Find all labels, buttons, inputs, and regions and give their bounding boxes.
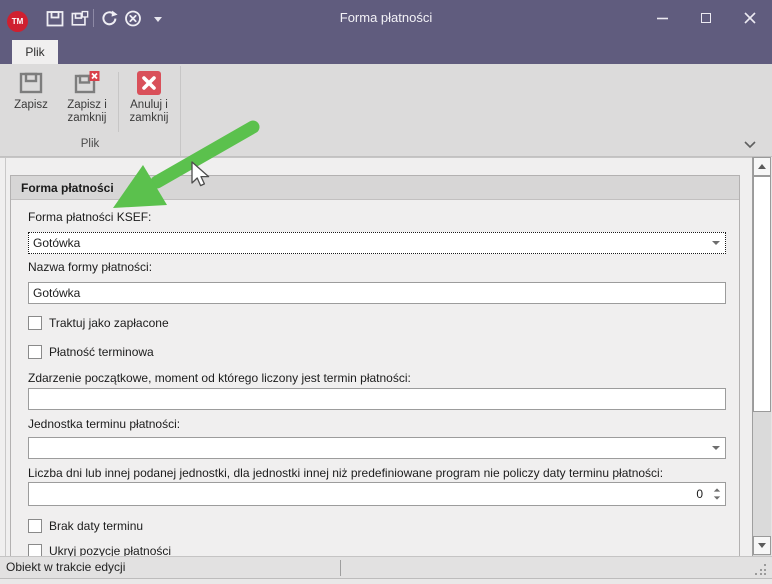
arrow-down-icon [758,543,766,548]
nazwa-input[interactable] [28,282,726,304]
spinner-down-icon[interactable] [714,497,720,500]
checkbox-box[interactable] [28,316,42,330]
checkbox-platnosc-terminowa[interactable]: Płatność terminowa [28,344,154,359]
checkbox-box[interactable] [28,544,42,557]
panel-left-border [5,158,6,556]
maximize-icon [701,13,711,23]
zdarzenie-label: Zdarzenie początkowe, moment od którego … [28,371,411,385]
scrollbar-thumb[interactable] [753,176,771,412]
save-close-icon [73,70,101,96]
arrow-up-icon [758,164,766,169]
checkbox-box[interactable] [28,519,42,533]
cancel-icon [136,70,162,96]
scrollbar-down-button[interactable] [753,536,771,555]
ribbon-group-separator [180,66,181,156]
ribbon-separator [118,72,119,132]
ksef-label: Forma płatności KSEF: [28,210,151,224]
status-separator [340,560,341,576]
group-header: Forma płatności [11,176,739,200]
checkbox-label: Traktuj jako zapłacone [49,316,169,330]
save-icon [18,70,44,96]
ksef-combobox-value: Gotówka [29,236,707,250]
spinner-up-icon[interactable] [714,488,720,491]
spinner-value: 0 [29,487,709,501]
nazwa-label: Nazwa formy płatności: [28,260,152,274]
resize-grip[interactable] [755,564,766,575]
chevron-down-icon[interactable] [707,233,725,253]
minimize-button[interactable] [640,0,684,36]
checkbox-label: Ukryj pozycje płatności [49,544,171,557]
vertical-scrollbar[interactable] [752,157,771,556]
close-button[interactable] [728,0,772,36]
anuluj-i-zamknij-label: Anuluj i zamknij [121,99,177,125]
liczba-dni-spinner[interactable]: 0 [28,482,726,506]
titlebar: TM Forma płatności [0,0,772,36]
checkbox-traktuj-jako-zaplacone[interactable]: Traktuj jako zapłacone [28,315,169,330]
checkbox-label: Brak daty terminu [49,519,143,533]
close-icon [744,12,756,24]
zapisz-i-zamknij-button[interactable]: Zapisz i zamknij [57,68,117,140]
scrollbar-up-button[interactable] [753,157,771,176]
window-bottom-edge [0,578,772,584]
status-text: Obiekt w trakcie edycji [6,560,125,574]
anuluj-i-zamknij-button[interactable]: Anuluj i zamknij [121,68,177,140]
checkbox-ukryj-pozycje-platnosci[interactable]: Ukryj pozycje płatności [28,543,171,556]
zapisz-label: Zapisz [14,99,48,112]
ribbon: Zapisz Zapisz i zamknij Anuluj i zamknij… [0,64,772,157]
liczba-dni-label: Liczba dni lub innej podanej jednostki, … [28,466,663,480]
ksef-combobox[interactable]: Gotówka [28,232,726,254]
checkbox-box[interactable] [28,345,42,359]
chevron-down-icon[interactable] [707,438,725,458]
maximize-button[interactable] [684,0,728,36]
form-panel: Forma płatności Forma płatności KSEF: Go… [0,157,752,556]
checkbox-brak-daty-terminu[interactable]: Brak daty terminu [28,518,143,533]
zapisz-i-zamknij-label: Zapisz i zamknij [57,99,117,125]
jednostka-combobox[interactable] [28,437,726,459]
checkbox-label: Płatność terminowa [49,345,154,359]
zdarzenie-input[interactable] [28,388,726,410]
jednostka-label: Jednostka terminu płatności: [28,417,180,431]
tab-plik[interactable]: Plik [12,40,58,64]
collapse-ribbon-chevron-icon[interactable] [744,141,756,149]
statusbar: Obiekt w trakcie edycji [0,556,772,578]
zapisz-button[interactable]: Zapisz [6,68,56,140]
ribbon-tabstrip: Plik [0,36,772,64]
ribbon-group-label: Plik [0,138,180,150]
app-window: TM Forma płatności [0,0,772,584]
